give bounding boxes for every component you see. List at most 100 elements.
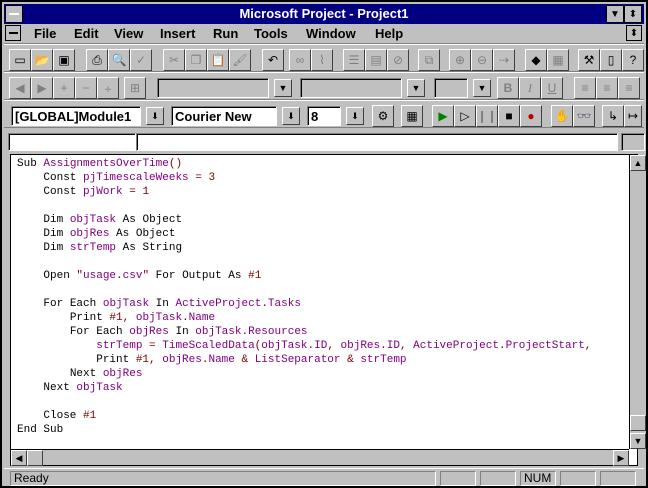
menu-help[interactable]: Help [375, 26, 403, 41]
step-over-icon[interactable]: ↦ [624, 105, 642, 127]
insert-procedure-icon[interactable]: ⚙ [372, 105, 394, 127]
copy-icon[interactable]: ❐ [185, 49, 207, 71]
code-line[interactable]: Dim strTemp As String [17, 241, 591, 255]
menu-run[interactable]: Run [213, 26, 238, 41]
task-notes-icon[interactable]: ▤ [365, 49, 387, 71]
horizontal-scroll-thumb[interactable] [27, 450, 43, 466]
code-line[interactable]: Print #1, objRes.Name & ListSeparator & … [17, 353, 591, 367]
maximize-icon[interactable]: ⬍ [624, 5, 642, 23]
size-dropdown-icon[interactable]: ▼ [473, 79, 491, 97]
filter-dropdown-icon[interactable]: ▼ [274, 79, 292, 97]
module-dropdown-icon[interactable]: ⬇ [146, 107, 164, 125]
code-editor[interactable]: Sub AssignmentsOverTime() Const pjTimesc… [10, 154, 646, 466]
align-left-icon[interactable]: ≡ [574, 77, 596, 99]
menu-window[interactable]: Window [306, 26, 356, 41]
align-center-icon[interactable]: ≡ [596, 77, 618, 99]
task-information-icon[interactable]: ☰ [343, 49, 365, 71]
outdent-icon[interactable]: ◀ [9, 77, 31, 99]
code-line[interactable] [17, 283, 591, 297]
menu-file[interactable]: File [34, 26, 56, 41]
run-macro-icon[interactable]: ▶ [432, 105, 454, 127]
italic-icon[interactable]: I [519, 77, 541, 99]
pert-chart-icon[interactable]: ▦ [547, 49, 569, 71]
gantt-chart-wizard-icon[interactable]: ◆ [525, 49, 547, 71]
code-line[interactable]: Print #1, objTask.Name [17, 311, 591, 325]
undo-icon[interactable]: ↶ [262, 49, 284, 71]
copy-picture-icon[interactable]: ⧉ [418, 49, 440, 71]
code-line[interactable]: Sub AssignmentsOverTime() [17, 157, 591, 171]
code-text[interactable]: Sub AssignmentsOverTime() Const pjTimesc… [17, 157, 591, 437]
font-dropdown-icon[interactable]: ▼ [407, 79, 425, 97]
name-box[interactable] [8, 133, 136, 151]
print-preview-icon[interactable]: 🔍 [108, 49, 130, 71]
size-combo[interactable] [434, 78, 468, 98]
indent-icon[interactable]: ▶ [31, 77, 53, 99]
entry-bar[interactable] [136, 133, 618, 151]
show-subtasks-icon[interactable]: + [53, 77, 75, 99]
step-macro-icon[interactable]: ▷ [454, 105, 476, 127]
code-size-dropdown-icon[interactable]: ⬇ [346, 107, 364, 125]
code-size-combo[interactable]: 8 [307, 106, 341, 126]
notes-icon[interactable]: ▯ [600, 49, 622, 71]
horizontal-scrollbar[interactable]: ◀ ▶ [11, 449, 629, 466]
vertical-scroll-thumb[interactable] [630, 415, 646, 431]
hide-subtasks-icon[interactable]: − [75, 77, 97, 99]
code-line[interactable]: Open "usage.csv" For Output As #1 [17, 269, 591, 283]
module-combo[interactable]: [GLOBAL]Module1 [11, 106, 141, 126]
code-line[interactable]: Next objTask [17, 381, 591, 395]
minimize-icon[interactable]: ▼ [606, 5, 624, 23]
vertical-scrollbar[interactable]: ▲ ▼ [629, 155, 646, 449]
code-line[interactable]: Next objRes [17, 367, 591, 381]
format-painter-icon[interactable]: 🖌 [229, 49, 251, 71]
record-icon[interactable]: ● [520, 105, 542, 127]
cut-icon[interactable]: ✂ [163, 49, 185, 71]
help-icon[interactable]: ? [622, 49, 644, 71]
menu-edit[interactable]: Edit [74, 26, 99, 41]
code-font-dropdown-icon[interactable]: ⬇ [282, 107, 300, 125]
scroll-right-icon[interactable]: ▶ [613, 450, 629, 466]
code-line[interactable] [17, 199, 591, 213]
code-line[interactable]: Dim objTask As Object [17, 213, 591, 227]
new-icon[interactable]: ▭ [9, 49, 31, 71]
code-line[interactable] [17, 395, 591, 409]
link-tasks-icon[interactable]: ∞ [289, 49, 311, 71]
code-line[interactable]: Close #1 [17, 409, 591, 423]
code-line[interactable]: For Each objRes In objTask.Resources [17, 325, 591, 339]
filter-icon[interactable]: ⊞ [124, 77, 146, 99]
code-line[interactable]: End Sub [17, 423, 591, 437]
code-line[interactable]: Const pjWork = 1 [17, 185, 591, 199]
underline-icon[interactable]: U [541, 77, 563, 99]
show-all-subtasks-icon[interactable]: ⧾ [97, 77, 119, 99]
menu-view[interactable]: View [114, 26, 143, 41]
tools-icon[interactable]: ⚒ [578, 49, 600, 71]
code-line[interactable]: strTemp = TimeScaledData(objTask.ID, obj… [17, 339, 591, 353]
open-icon[interactable]: 📂 [31, 49, 53, 71]
menu-editor-icon[interactable]: ▦ [401, 105, 423, 127]
paste-icon[interactable]: 📋 [207, 49, 229, 71]
font-combo[interactable] [300, 78, 402, 98]
goto-selected-task-icon[interactable]: ⇢ [493, 49, 515, 71]
attach-note-icon[interactable]: ⊘ [387, 49, 409, 71]
scroll-up-icon[interactable]: ▲ [630, 155, 646, 171]
spelling-icon[interactable]: ✓ [130, 49, 152, 71]
unlink-tasks-icon[interactable]: ⌇ [311, 49, 333, 71]
print-icon[interactable]: ⎙ [86, 49, 108, 71]
code-line[interactable]: Const pjTimescaleWeeks = 3 [17, 171, 591, 185]
scroll-down-icon[interactable]: ▼ [630, 433, 646, 449]
save-icon[interactable]: ▣ [53, 49, 75, 71]
document-restore-icon[interactable]: ⬍ [626, 25, 642, 41]
code-line[interactable]: For Each objTask In ActiveProject.Tasks [17, 297, 591, 311]
instant-watch-icon[interactable]: 👓 [573, 105, 595, 127]
toggle-breakpoint-icon[interactable]: ✋ [551, 105, 573, 127]
menu-insert[interactable]: Insert [160, 26, 195, 41]
scroll-left-icon[interactable]: ◀ [11, 450, 27, 466]
stop-icon[interactable]: ■ [498, 105, 520, 127]
zoom-out-icon[interactable]: ⊖ [471, 49, 493, 71]
code-line[interactable]: Dim objRes As Object [17, 227, 591, 241]
code-font-combo[interactable]: Courier New [171, 106, 277, 126]
document-menu-icon[interactable] [5, 25, 21, 41]
bold-icon[interactable]: B [497, 77, 519, 99]
align-right-icon[interactable]: ≡ [618, 77, 640, 99]
step-into-icon[interactable]: ↳ [602, 105, 624, 127]
pause-icon[interactable]: ❙❙ [476, 105, 498, 127]
